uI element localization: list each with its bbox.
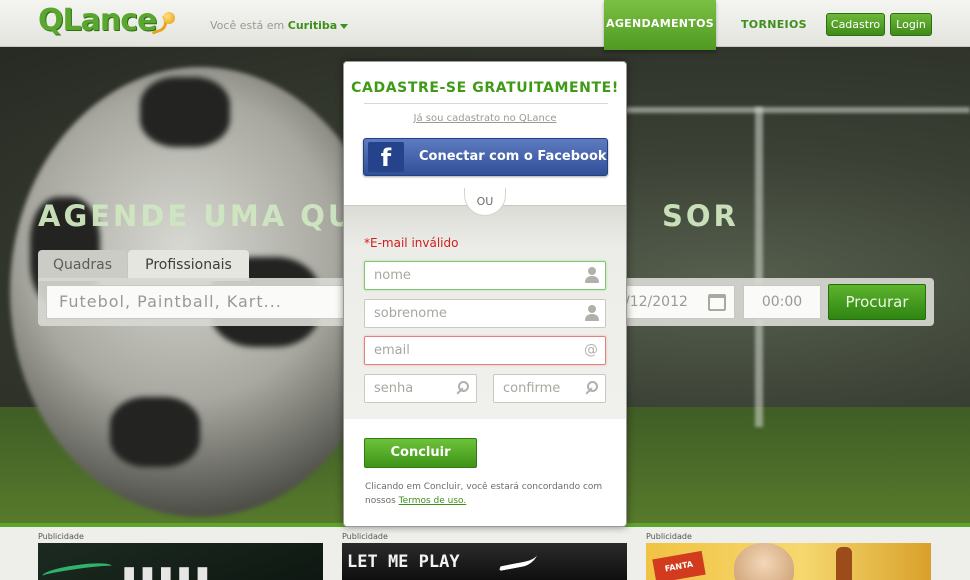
chevron-down-icon[interactable]: [340, 23, 349, 29]
ad3-bottle-image: [836, 547, 852, 580]
time-input[interactable]: 00:00: [743, 285, 821, 319]
calendar-icon[interactable]: [708, 294, 726, 311]
confirm-password-field[interactable]: confirme: [493, 374, 606, 403]
facebook-icon: f: [368, 142, 404, 172]
ad-label: Publicidade: [646, 532, 692, 541]
already-registered-link[interactable]: Já sou cadastrato no QLance: [344, 113, 626, 124]
first-name-field[interactable]: nome: [364, 261, 606, 290]
last-name-placeholder: sobrenome: [374, 306, 447, 321]
signup-button[interactable]: Cadastro: [826, 13, 885, 36]
goalpost: [755, 107, 763, 427]
swoosh-graphic: [41, 560, 113, 580]
location-city[interactable]: Curitiba: [288, 19, 337, 32]
at-sign-icon: @: [584, 342, 598, 358]
hero-title-end: SOR: [662, 199, 739, 233]
ads-strip: Publicidade Publicidade Publicidade ▮▮▮▮…: [0, 523, 970, 580]
submit-button[interactable]: Concluir: [364, 438, 477, 468]
email-placeholder: email: [374, 343, 410, 358]
facebook-connect-button[interactable]: f Conectar com o Facebook: [363, 138, 608, 176]
password-field[interactable]: senha: [364, 374, 477, 403]
ad-banner-2[interactable]: LET ME PLAY: [342, 543, 627, 580]
nav-torneios[interactable]: TORNEIOS: [741, 18, 807, 31]
tab-quadras[interactable]: Quadras: [38, 250, 127, 281]
confirm-placeholder: confirme: [503, 381, 561, 396]
search-input[interactable]: Futebol, Paintball, Kart...: [46, 285, 346, 319]
terms-notice: Clicando em Concluir, você estará concor…: [365, 480, 605, 508]
ad-banner-1[interactable]: ▮▮▮▮▮: [38, 543, 323, 580]
location-selector[interactable]: Você está em Curitiba: [210, 19, 349, 32]
date-value: /12/2012: [625, 294, 688, 310]
location-prefix: Você está em: [210, 19, 285, 32]
ad3-model-image: [734, 543, 794, 580]
first-name-placeholder: nome: [374, 268, 411, 283]
email-field[interactable]: email @: [364, 336, 606, 365]
ad-banner-3[interactable]: FANTA: [646, 543, 931, 580]
nike-swoosh-icon: [498, 554, 538, 572]
title-divider: [364, 103, 608, 104]
error-message: *E-mail inválido: [364, 236, 459, 250]
date-input[interactable]: /12/2012: [624, 285, 735, 319]
tab-profissionais[interactable]: Profissionais: [128, 250, 249, 281]
person-icon: [585, 305, 599, 321]
person-icon: [585, 267, 599, 283]
goal-crossbar: [620, 107, 970, 113]
signup-modal: CADASTRE-SE GRATUITAMENTE! Já sou cadast…: [343, 61, 627, 527]
hero-title-start: AGENDE UMA QUA: [38, 199, 380, 233]
ball-patch: [140, 77, 230, 147]
ad-label: Publicidade: [342, 532, 388, 541]
key-icon: [455, 381, 469, 395]
nav-agendamentos[interactable]: AGENDAMENTOS: [604, 0, 716, 50]
terms-of-use-link[interactable]: Termos de uso.: [399, 496, 467, 506]
facebook-button-label: Conectar com o Facebook: [419, 149, 607, 164]
last-name-field[interactable]: sobrenome: [364, 299, 606, 328]
ad-label: Publicidade: [38, 532, 84, 541]
modal-title: CADASTRE-SE GRATUITAMENTE!: [351, 80, 619, 96]
ad3-brand-tag: FANTA: [652, 550, 706, 580]
qlance-logo[interactable]: QLance: [38, 3, 157, 38]
ad2-text: LET ME PLAY: [347, 552, 460, 572]
logo-ball-icon: [163, 12, 175, 24]
password-placeholder: senha: [374, 381, 414, 396]
ball-patch: [110, 397, 200, 467]
top-header: QLance Você está em Curitiba AGENDAMENTO…: [0, 0, 970, 50]
key-icon: [584, 381, 598, 395]
ad1-logo-text: ▮▮▮▮▮: [122, 561, 214, 580]
login-button[interactable]: Login: [890, 13, 932, 36]
search-button[interactable]: Procurar: [828, 284, 926, 320]
